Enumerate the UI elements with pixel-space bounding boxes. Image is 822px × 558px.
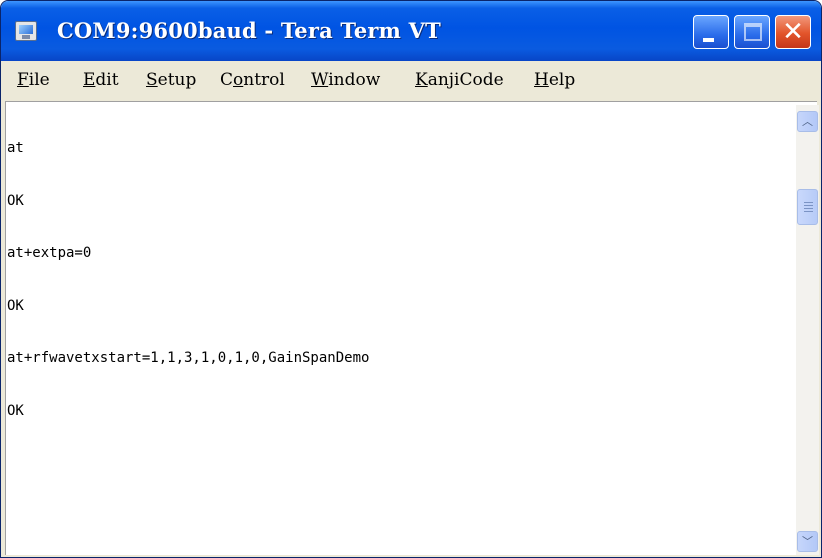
- menu-window[interactable]: Window: [311, 70, 380, 90]
- menu-control[interactable]: Control: [220, 70, 285, 90]
- window-title: COM9:9600baud - Tera Term VT: [57, 18, 441, 43]
- tera-term-app-icon[interactable]: [15, 21, 37, 41]
- menu-control-rest: ntrol: [243, 70, 285, 90]
- thumb-grip-line: [804, 211, 813, 212]
- maximize-button[interactable]: [734, 15, 770, 49]
- menu-window-rest: indow: [328, 70, 381, 90]
- terminal-output[interactable]: at OK at+extpa=0 OK at+rfwavetxstart=1,1…: [7, 105, 789, 545]
- scrollbar-thumb[interactable]: [797, 189, 818, 225]
- terminal-line: OK: [7, 297, 24, 314]
- menu-edit[interactable]: Edit: [83, 70, 119, 90]
- minimize-icon: [703, 38, 714, 42]
- close-icon: ✕: [782, 17, 804, 47]
- menu-bar: File Edit Setup Control Window KanjiCode…: [5, 61, 817, 101]
- menu-kanjicode[interactable]: KanjiCode: [415, 70, 504, 90]
- thumb-grip-line: [804, 208, 813, 209]
- thumb-grip-line: [804, 205, 813, 206]
- vertical-scrollbar[interactable]: ︿ ﹀: [796, 105, 819, 555]
- scroll-down-button[interactable]: ﹀: [797, 531, 818, 552]
- terminal-line: OK: [7, 192, 24, 209]
- menu-file-rest: ile: [28, 70, 50, 90]
- menu-control-pre: C: [220, 70, 234, 90]
- menu-setup-rest: etup: [157, 70, 197, 90]
- terminal-line: at: [7, 140, 24, 156]
- title-bar[interactable]: COM9:9600baud - Tera Term VT ✕: [1, 1, 821, 61]
- chevron-down-icon: ﹀: [802, 535, 813, 548]
- minimize-button[interactable]: [693, 15, 729, 49]
- app-icon-stand: [22, 35, 30, 39]
- menu-edit-rest: dit: [95, 70, 119, 90]
- terminal-line: at+extpa=0: [7, 245, 92, 261]
- menu-kanjicode-accel: K: [415, 70, 428, 90]
- menu-file-accel: F: [17, 70, 29, 90]
- chevron-up-icon: ︿: [802, 115, 813, 128]
- menu-setup[interactable]: Setup: [146, 70, 196, 90]
- close-button[interactable]: ✕: [775, 15, 811, 49]
- scroll-up-button[interactable]: ︿: [797, 111, 818, 132]
- terminal-line: at+rfwavetxstart=1,1,3,1,0,1,0,GainSpanD…: [7, 350, 370, 366]
- menu-help-rest: elp: [548, 70, 576, 90]
- thumb-grip-line: [804, 202, 813, 203]
- terminal-line: OK: [7, 402, 24, 419]
- maximize-icon: [744, 23, 762, 41]
- menu-kanjicode-rest: anjiCode: [427, 70, 504, 90]
- app-icon-screen: [19, 25, 33, 34]
- menu-setup-accel: S: [146, 70, 158, 90]
- menu-file[interactable]: File: [17, 70, 50, 90]
- menu-edit-accel: E: [83, 70, 96, 90]
- tera-term-window: COM9:9600baud - Tera Term VT ✕ File Edit…: [0, 0, 822, 558]
- menu-help[interactable]: Help: [534, 70, 575, 90]
- menu-window-accel: W: [311, 70, 329, 90]
- menu-help-accel: H: [534, 70, 549, 90]
- menu-control-accel: o: [233, 70, 244, 90]
